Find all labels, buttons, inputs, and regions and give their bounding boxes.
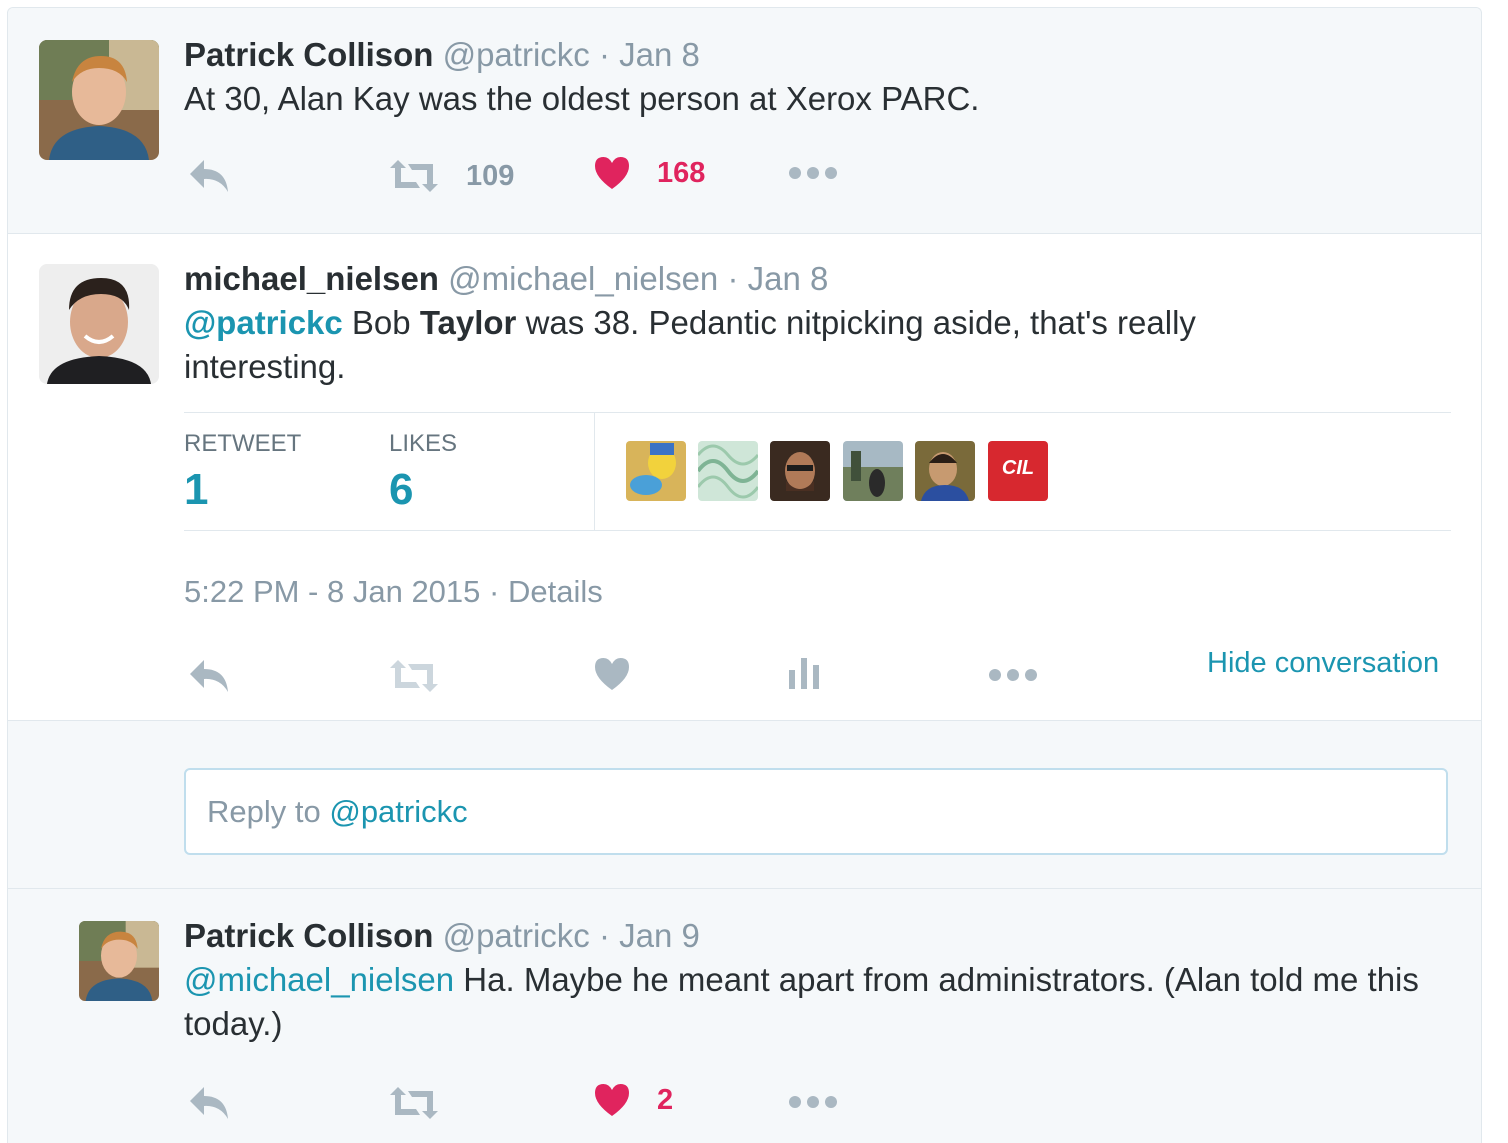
author-name[interactable]: michael_nielsen bbox=[184, 260, 439, 297]
tweet-timestamp: 5:22 PM - 8 Jan 2015 · Details bbox=[184, 574, 603, 610]
reply-button[interactable] bbox=[188, 158, 232, 194]
tweet-header: michael_nielsen @michael_nielsen · Jan 8 bbox=[184, 259, 828, 299]
analytics-button[interactable] bbox=[788, 656, 820, 690]
conversation-thread: Patrick Collison @patrickc · Jan 8 At 30… bbox=[7, 7, 1482, 1143]
reply-section: Reply to @patrickc bbox=[8, 721, 1481, 889]
details-link[interactable]: Details bbox=[508, 574, 603, 609]
retweet-stat-count[interactable]: 1 bbox=[184, 465, 208, 515]
focused-tweet-michael-nielsen: michael_nielsen @michael_nielsen · Jan 8… bbox=[8, 234, 1481, 721]
retweet-button[interactable] bbox=[388, 1085, 440, 1121]
more-button[interactable] bbox=[788, 166, 838, 180]
liker-avatar[interactable] bbox=[843, 441, 903, 501]
author-handle[interactable]: @michael_nielsen bbox=[448, 260, 718, 297]
heart-icon bbox=[595, 658, 629, 690]
liker-badge-text: CIL bbox=[1001, 457, 1035, 479]
retweet-button[interactable] bbox=[388, 658, 440, 694]
author-handle[interactable]: @patrickc bbox=[443, 917, 590, 954]
reply-button[interactable] bbox=[188, 1085, 232, 1121]
tweet-stats: RETWEET 1 LIKES 6 CIL bbox=[184, 412, 1451, 531]
reply-button[interactable] bbox=[188, 658, 232, 694]
tweet-date[interactable]: Jan 8 bbox=[619, 36, 700, 73]
like-count: 168 bbox=[657, 156, 706, 189]
tweet-date[interactable]: Jan 9 bbox=[619, 917, 700, 954]
like-button[interactable]: 168 bbox=[593, 155, 705, 191]
tweet-text: @michael_nielsen Ha. Maybe he meant apar… bbox=[184, 958, 1454, 1046]
reply-input[interactable]: Reply to @patrickc bbox=[184, 768, 1448, 855]
analytics-icon bbox=[789, 658, 819, 689]
tweet-patrickc-jan9[interactable]: Patrick Collison @patrickc · Jan 9 @mich… bbox=[8, 889, 1481, 1143]
tweet-header: Patrick Collison @patrickc · Jan 8 bbox=[184, 35, 700, 75]
reply-icon bbox=[190, 160, 228, 192]
liker-avatar[interactable] bbox=[626, 441, 686, 501]
heart-icon bbox=[595, 157, 629, 189]
reply-mention: @patrickc bbox=[329, 794, 468, 829]
retweet-count: 109 bbox=[466, 159, 515, 192]
tweet-patrickc-jan8[interactable]: Patrick Collison @patrickc · Jan 8 At 30… bbox=[8, 8, 1481, 234]
like-button[interactable] bbox=[593, 656, 631, 692]
timestamp-text[interactable]: 5:22 PM - 8 Jan 2015 bbox=[184, 574, 480, 609]
more-icon bbox=[789, 167, 837, 179]
reply-prefix: Reply to bbox=[207, 794, 330, 829]
retweet-icon bbox=[390, 160, 438, 192]
retweet-icon bbox=[390, 660, 438, 692]
more-icon bbox=[989, 669, 1037, 681]
stats-divider bbox=[594, 413, 595, 530]
likes-label[interactable]: LIKES bbox=[389, 430, 457, 458]
author-name[interactable]: Patrick Collison bbox=[184, 36, 433, 73]
heart-icon bbox=[595, 1084, 629, 1116]
retweet-button[interactable]: 109 bbox=[388, 158, 514, 194]
avatar-michael-nielsen[interactable] bbox=[39, 264, 159, 384]
reply-icon bbox=[190, 1087, 228, 1119]
reply-placeholder: Reply to @patrickc bbox=[207, 794, 468, 830]
liker-avatar[interactable] bbox=[698, 441, 758, 501]
more-icon bbox=[789, 1096, 837, 1108]
mention-link[interactable]: @patrickc bbox=[184, 304, 343, 341]
like-count: 2 bbox=[657, 1083, 674, 1116]
like-button[interactable]: 2 bbox=[593, 1082, 673, 1118]
tweet-date[interactable]: Jan 8 bbox=[748, 260, 829, 297]
avatar-patrick-collison[interactable] bbox=[39, 40, 159, 160]
text-bold: Taylor bbox=[419, 304, 517, 341]
tweet-text: @patrickc Bob Taylor was 38. Pedantic ni… bbox=[184, 301, 1304, 389]
mention-link[interactable]: @michael_nielsen bbox=[184, 961, 454, 998]
avatar-patrick-collison[interactable] bbox=[79, 921, 159, 1001]
separator-dot: · bbox=[727, 260, 739, 297]
reply-icon bbox=[190, 660, 228, 692]
retweet-icon bbox=[390, 1087, 438, 1119]
liker-avatar[interactable] bbox=[770, 441, 830, 501]
separator-dot: · bbox=[489, 574, 500, 609]
author-handle[interactable]: @patrickc bbox=[443, 36, 590, 73]
likes-stat-count[interactable]: 6 bbox=[389, 465, 413, 515]
hide-conversation-link[interactable]: Hide conversation bbox=[1207, 647, 1439, 680]
separator-dot: · bbox=[598, 917, 610, 954]
author-name[interactable]: Patrick Collison bbox=[184, 917, 433, 954]
liker-avatar[interactable] bbox=[915, 441, 975, 501]
more-button[interactable] bbox=[788, 1095, 838, 1109]
more-button[interactable] bbox=[988, 668, 1038, 682]
retweet-label[interactable]: RETWEET bbox=[184, 430, 301, 458]
text-part: Bob bbox=[342, 304, 420, 341]
separator-dot: · bbox=[598, 36, 610, 73]
tweet-text: At 30, Alan Kay was the oldest person at… bbox=[184, 80, 980, 117]
tweet-header: Patrick Collison @patrickc · Jan 9 bbox=[184, 916, 700, 956]
